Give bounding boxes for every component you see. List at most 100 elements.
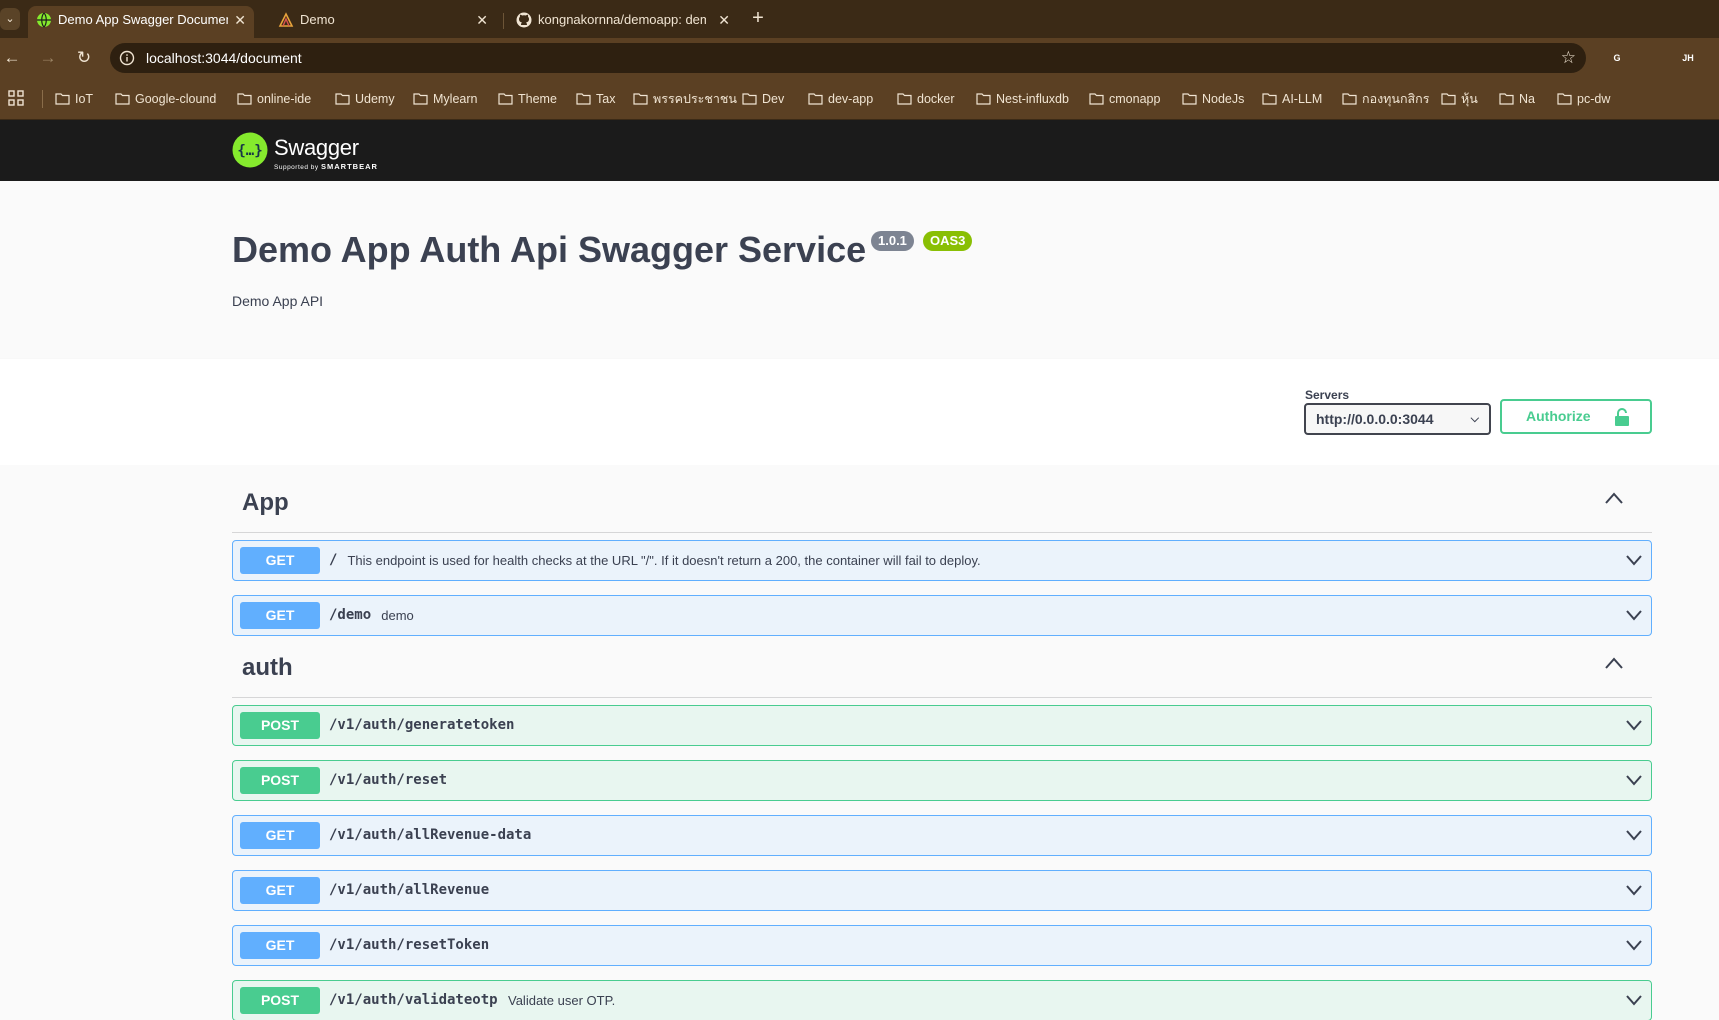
bookmark-label: AI-LLM [1282,92,1323,106]
bookmark-folder[interactable]: NodeJs [1182,89,1244,109]
chevron-down-icon[interactable] [1625,939,1643,951]
apps-grid-icon[interactable] [8,90,24,106]
folder-icon [633,93,648,105]
close-icon[interactable]: ✕ [234,6,246,34]
site-info-icon[interactable] [119,50,135,66]
chevron-down-icon[interactable] [1625,829,1643,841]
operation-block[interactable]: POST/v1/auth/validateotp Validate user OT… [232,980,1652,1020]
close-icon[interactable]: ✕ [476,6,488,34]
bookmark-folder[interactable]: Dev [742,89,784,109]
method-badge: GET [240,602,320,629]
servers-select[interactable]: http://0.0.0.0:3044 ⌵ [1304,403,1491,435]
firefox-extension-icon[interactable] [1644,49,1662,67]
api-info: Demo App Auth Api Swagger Service 1.0.1 … [0,181,1719,359]
lock-icon [1615,408,1629,426]
tab-strip: ⌄ Demo App Swagger Document ✕ Demo ✕ kon… [0,0,1719,38]
github-icon [516,12,532,28]
bookmark-label: online-ide [257,92,312,106]
url-text[interactable]: localhost:3044/document [146,43,302,73]
tag-section-header[interactable]: App [232,465,1652,533]
chevron-down-icon[interactable] [1625,994,1643,1006]
operations-wrapper: App GET / This endpoint is used for health … [0,465,1719,1020]
operation-path[interactable]: /v1/auth/validateotp [329,981,498,1020]
bookmark-label: หุ้น [1461,92,1478,106]
operation-block[interactable]: GET/v1/auth/allRevenue-data [232,815,1652,856]
tab-github-demoapp[interactable]: kongnakornna/demoapp: demo ✕ [508,6,738,38]
address-bar[interactable]: localhost:3044/document ☆ [110,43,1586,73]
chevron-down-icon: ⌵ [1470,413,1479,425]
bookmark-star-icon[interactable]: ☆ [1561,43,1576,73]
browser-toolbar: ← → ↻ localhost:3044/document ☆ G JH [0,38,1719,78]
chevron-down-icon[interactable] [1625,554,1643,566]
bookmark-label: docker [917,92,955,106]
tag-section-header[interactable]: auth [232,630,1652,698]
folder-icon [976,93,991,105]
back-button[interactable]: ← [0,46,24,70]
method-badge: GET [240,822,320,849]
chevron-down-icon[interactable] [1625,774,1643,786]
chevron-down-icon[interactable] [1625,609,1643,621]
operation-path[interactable]: /v1/auth/allRevenue-data [329,816,531,855]
bookmark-folder[interactable]: IoT [55,89,93,109]
demo-logo-icon [278,12,294,27]
tag-name: App [242,489,289,516]
operation-path[interactable]: /v1/auth/generatetoken [329,706,514,745]
method-badge: POST [240,712,320,739]
bookmark-folder[interactable]: online-ide [237,89,311,109]
operation-path[interactable]: /v1/auth/reset [329,761,447,800]
chevron-up-icon[interactable] [1604,491,1624,505]
operation-path[interactable]: / [329,541,337,580]
authorize-label: Authorize [1526,408,1591,424]
bookmark-folder[interactable]: Mylearn [413,89,477,109]
folder-icon [335,93,350,105]
chevron-down-icon[interactable] [1625,884,1643,896]
bookmark-folder[interactable]: Tax [576,89,615,109]
swagger-logo[interactable]: {…} Swagger Supported by SMARTBEAR [232,130,392,172]
bookmark-folder[interactable]: Nest-influxdb [976,89,1069,109]
tab-demo-app-swagger[interactable]: Demo App Swagger Document ✕ [28,6,254,38]
bookmark-folder[interactable]: cmonapp [1089,89,1160,109]
bookmark-folder[interactable]: Na [1499,89,1535,109]
servers-label: Servers [1305,388,1350,402]
tag-name: auth [242,654,293,681]
method-badge: GET [240,877,320,904]
bookmark-folder[interactable]: AI-LLM [1262,89,1322,109]
bookmark-folder[interactable]: pc-dw [1557,89,1610,109]
bookmark-folder[interactable]: พรรคประชาชน [633,89,737,109]
operation-block[interactable]: GET/v1/auth/resetToken [232,925,1652,966]
method-badge: GET [240,932,320,959]
profile-extension-icon[interactable]: JH [1679,49,1697,67]
bookmark-folder[interactable]: Theme [498,89,557,109]
server-value: http://0.0.0.0:3044 [1316,411,1434,427]
bookmark-folder[interactable]: dev-app [808,89,873,109]
operation-block[interactable]: POST/v1/auth/reset [232,760,1652,801]
operation-path[interactable]: /v1/auth/allRevenue [329,871,489,910]
bookmark-folder[interactable]: กองทุนกสิกร [1342,89,1429,109]
chevron-up-icon[interactable] [1604,656,1624,670]
folder-icon [1499,93,1514,105]
forward-button[interactable]: → [36,46,60,70]
bookmark-folder[interactable]: Udemy [335,89,395,109]
operation-path[interactable]: /v1/auth/resetToken [329,926,489,965]
reload-button[interactable]: ↻ [72,46,96,70]
bookmark-folder[interactable]: Google-clound [115,89,216,109]
oas-badge: OAS3 [923,231,973,251]
translate-extension-icon[interactable]: G [1608,49,1626,67]
close-icon[interactable]: ✕ [718,6,730,34]
operation-block[interactable]: GET/v1/auth/allRevenue [232,870,1652,911]
operation-block[interactable]: GET / This endpoint is used for health che… [232,540,1652,581]
authorize-button[interactable]: Authorize [1500,399,1652,434]
bookmark-label: NodeJs [1202,92,1245,106]
bookmark-folder[interactable]: docker [897,89,955,109]
new-tab-button[interactable]: + [746,7,770,31]
chevron-down-icon[interactable] [1625,719,1643,731]
bookmark-folder[interactable]: หุ้น [1441,89,1478,109]
folder-icon [498,93,513,105]
operation-summary: This endpoint is used for health checks … [347,553,981,568]
operation-block[interactable]: POST/v1/auth/generatetoken [232,705,1652,746]
tab-search-button[interactable]: ⌄ [0,8,20,30]
svg-text:{…}: {…} [237,143,262,159]
method-badge: POST [240,767,320,794]
tab-demo[interactable]: Demo ✕ [270,6,496,38]
bookmark-label: Theme [518,92,557,106]
